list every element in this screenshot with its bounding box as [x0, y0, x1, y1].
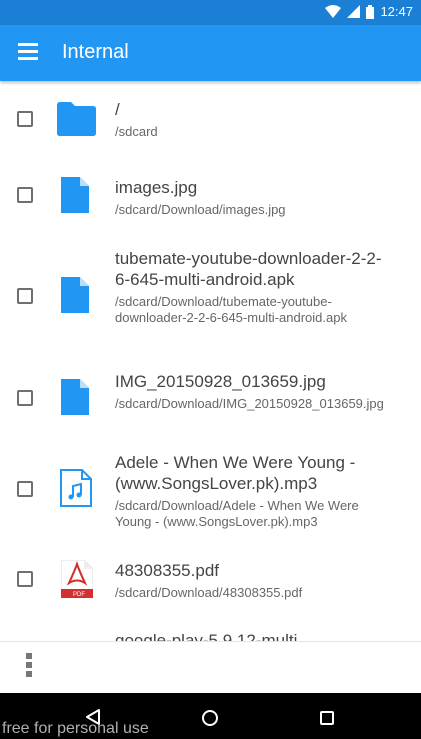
recents-icon	[320, 711, 334, 725]
menu-button[interactable]	[18, 43, 38, 63]
list-item[interactable]: Adele - When We Were Young - (www.SongsL…	[0, 445, 421, 541]
checkbox[interactable]	[17, 288, 33, 304]
list-item[interactable]: images.jpg /sdcard/Download/images.jpg	[0, 157, 421, 235]
file-path: /sdcard/Download/IMG_20150928_013659.jpg	[115, 396, 384, 411]
file-path: /sdcard/Download/Adele - When We Were Yo…	[115, 498, 359, 529]
home-icon	[202, 710, 218, 726]
file-path: /sdcard	[115, 124, 158, 139]
list-item[interactable]: / /sdcard	[0, 81, 421, 157]
signal-icon	[347, 5, 361, 18]
checkbox[interactable]	[17, 187, 33, 203]
overflow-menu-button[interactable]	[25, 653, 33, 681]
file-name: /	[115, 100, 120, 119]
bottom-toolbar	[0, 641, 421, 694]
list-item[interactable]: PDF 48308355.pdf /sdcard/Download/483083…	[0, 541, 421, 619]
music-file-icon	[60, 469, 92, 507]
file-name: 48308355.pdf	[115, 561, 219, 580]
list-item[interactable]: IMG_20150928_013659.jpg /sdcard/Download…	[0, 369, 421, 445]
file-icon	[61, 177, 89, 213]
checkbox[interactable]	[17, 111, 33, 127]
pdf-icon-label: PDF	[73, 592, 85, 598]
file-name: tubemate-youtube-downloader-2-2-6-645-mu…	[115, 249, 382, 289]
hamburger-icon	[18, 43, 38, 46]
app-bar: Internal	[0, 25, 421, 81]
file-path: /sdcard/Download/48308355.pdf	[115, 585, 303, 600]
file-icon	[61, 379, 89, 415]
status-bar: 12:47	[0, 0, 421, 25]
wifi-icon	[325, 5, 342, 18]
folder-icon	[57, 102, 96, 136]
clock: 12:47	[380, 4, 413, 19]
recents-button[interactable]	[297, 693, 357, 739]
list-item[interactable]: google-play-5.9.12-multi	[0, 619, 421, 641]
battery-icon	[366, 4, 375, 19]
watermark: free for personal use	[2, 720, 149, 737]
file-list: / /sdcard images.jpg /sdcard/Download/im…	[0, 81, 421, 641]
list-item[interactable]: tubemate-youtube-downloader-2-2-6-645-mu…	[0, 235, 421, 369]
file-path: /sdcard/Download/images.jpg	[115, 202, 286, 217]
file-name: images.jpg	[115, 178, 198, 197]
more-vert-icon	[26, 653, 32, 659]
file-icon	[61, 277, 89, 313]
home-button[interactable]	[180, 693, 240, 739]
checkbox[interactable]	[17, 571, 33, 587]
page-title: Internal	[62, 41, 129, 63]
checkbox[interactable]	[17, 481, 33, 497]
file-name: IMG_20150928_013659.jpg	[115, 372, 326, 391]
file-name: Adele - When We Were Young - (www.SongsL…	[115, 453, 356, 493]
file-path: /sdcard/Download/tubemate-youtube-downlo…	[115, 294, 347, 325]
file-name: google-play-5.9.12-multi	[115, 631, 298, 641]
checkbox[interactable]	[17, 390, 33, 406]
pdf-icon: PDF	[61, 560, 93, 598]
